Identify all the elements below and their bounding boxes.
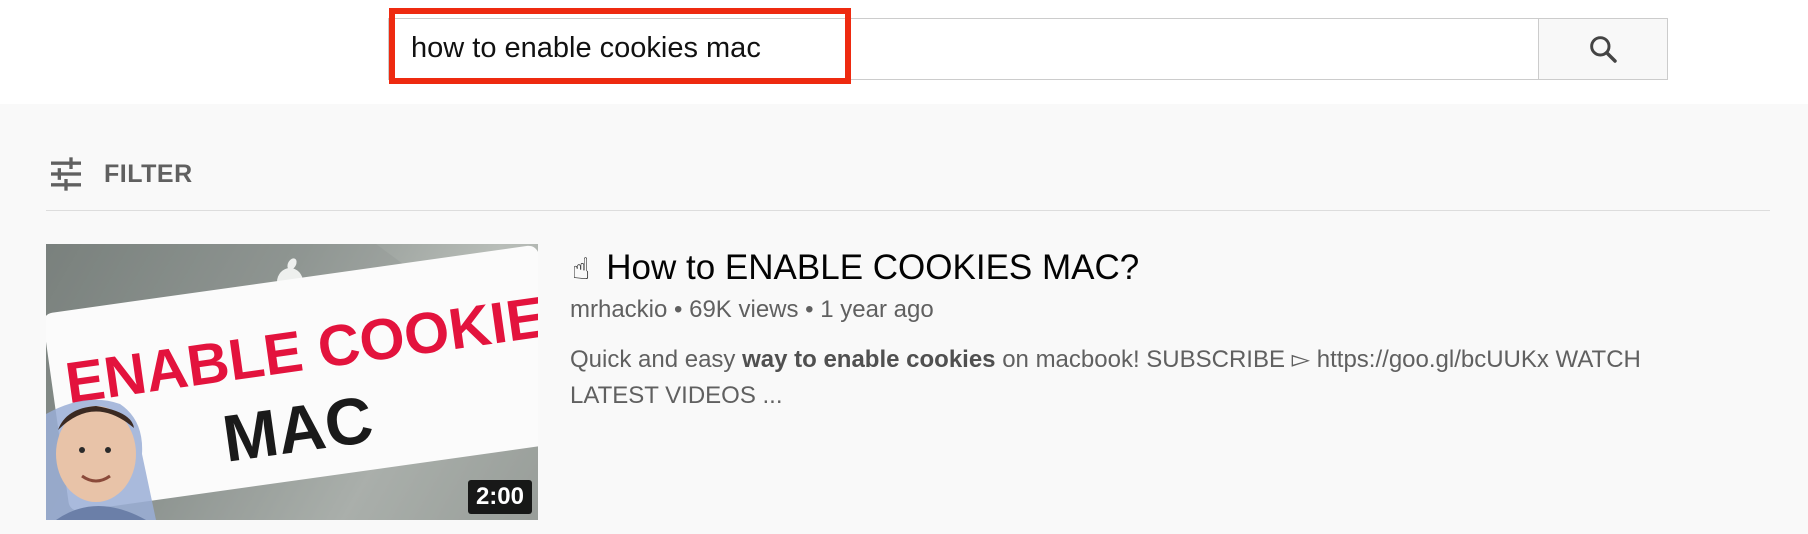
annotation-highlight-box — [389, 8, 851, 84]
video-meta: mrhackio • 69K views • 1 year ago — [570, 294, 934, 326]
video-description: Quick and easy way to enable cookies on … — [570, 342, 1720, 414]
view-count: 69K views — [689, 296, 799, 323]
divider — [46, 210, 1770, 211]
channel-name[interactable]: mrhackio — [570, 296, 667, 323]
thumbnail-art: ENABLE COOKIES MAC — [46, 244, 538, 520]
meta-separator: • — [805, 296, 814, 323]
top-bar: how to enable cookies mac — [0, 0, 1808, 104]
tune-icon — [51, 157, 81, 191]
meta-separator: • — [674, 296, 683, 323]
pointing-up-icon: ☝ — [572, 253, 591, 286]
upload-age: 1 year ago — [820, 296, 934, 323]
description-part: Quick and easy — [570, 346, 743, 373]
description-highlight: way to enable cookies — [742, 346, 996, 373]
filter-button[interactable]: FILTER — [46, 150, 193, 198]
search-button[interactable] — [1538, 18, 1668, 80]
video-duration: 2:00 — [467, 480, 532, 514]
video-thumbnail[interactable]: ENABLE COOKIES MAC 2:00 — [46, 244, 538, 520]
video-title-text: How to ENABLE COOKIES MAC? — [606, 248, 1140, 287]
filter-label: FILTER — [104, 159, 193, 188]
video-title[interactable]: ☝ How to ENABLE COOKIES MAC? — [572, 246, 1139, 292]
search-icon — [1590, 36, 1617, 63]
